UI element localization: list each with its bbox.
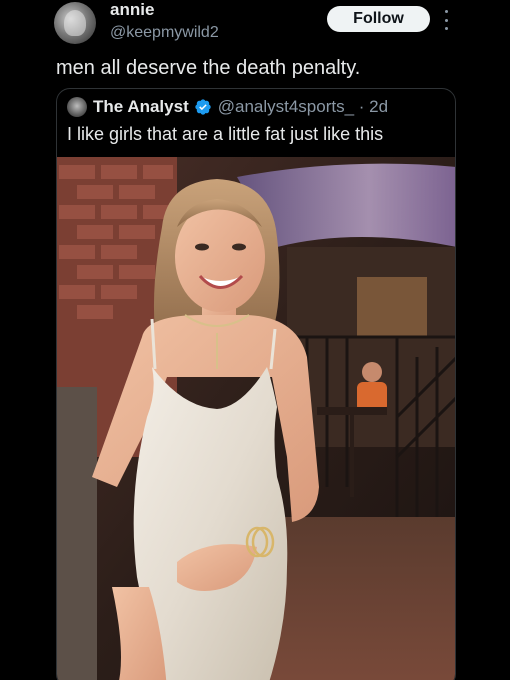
more-vertical-icon[interactable] (440, 10, 452, 30)
post-header: annie @keepmywild2 Follow (0, 0, 510, 52)
follow-button[interactable]: Follow (327, 6, 430, 32)
author-avatar[interactable] (54, 2, 96, 44)
verified-badge-icon (194, 98, 212, 116)
quoted-post-header: The Analyst @analyst4sports_ · 2d (67, 96, 388, 118)
quoted-author-avatar[interactable] (67, 97, 87, 117)
quoted-author-display-name[interactable]: The Analyst (93, 97, 189, 117)
author-display-name[interactable]: annie (110, 0, 154, 20)
author-handle[interactable]: @keepmywild2 (110, 24, 219, 42)
quoted-author-handle-time[interactable]: @analyst4sports_ · 2d (218, 97, 388, 117)
quoted-post-photo[interactable] (57, 157, 455, 680)
photo-illustration (57, 157, 455, 680)
quoted-post-card[interactable]: The Analyst @analyst4sports_ · 2d I like… (56, 88, 456, 680)
post-text: men all deserve the death penalty. (56, 57, 361, 79)
quoted-post-text: I like girls that are a little fat just … (67, 124, 384, 144)
